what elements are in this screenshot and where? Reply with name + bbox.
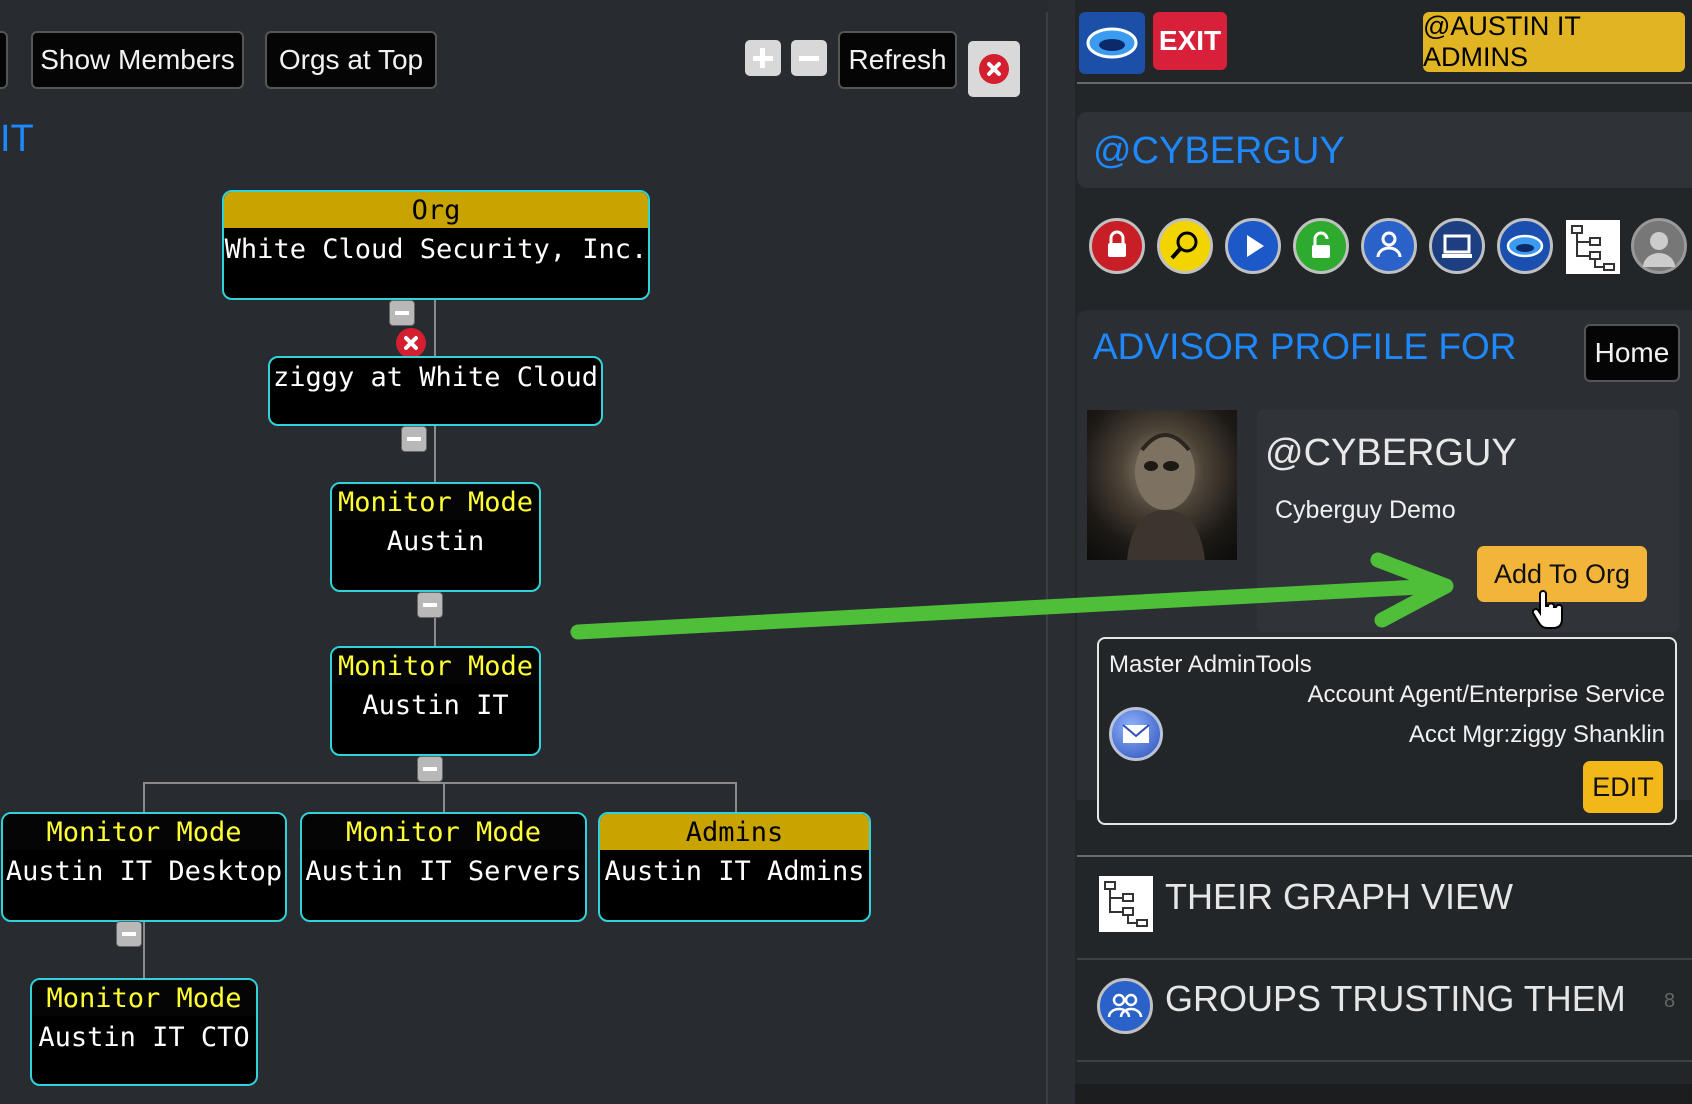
hand-cursor-icon bbox=[1532, 590, 1564, 629]
annotation-arrow bbox=[570, 552, 1454, 640]
